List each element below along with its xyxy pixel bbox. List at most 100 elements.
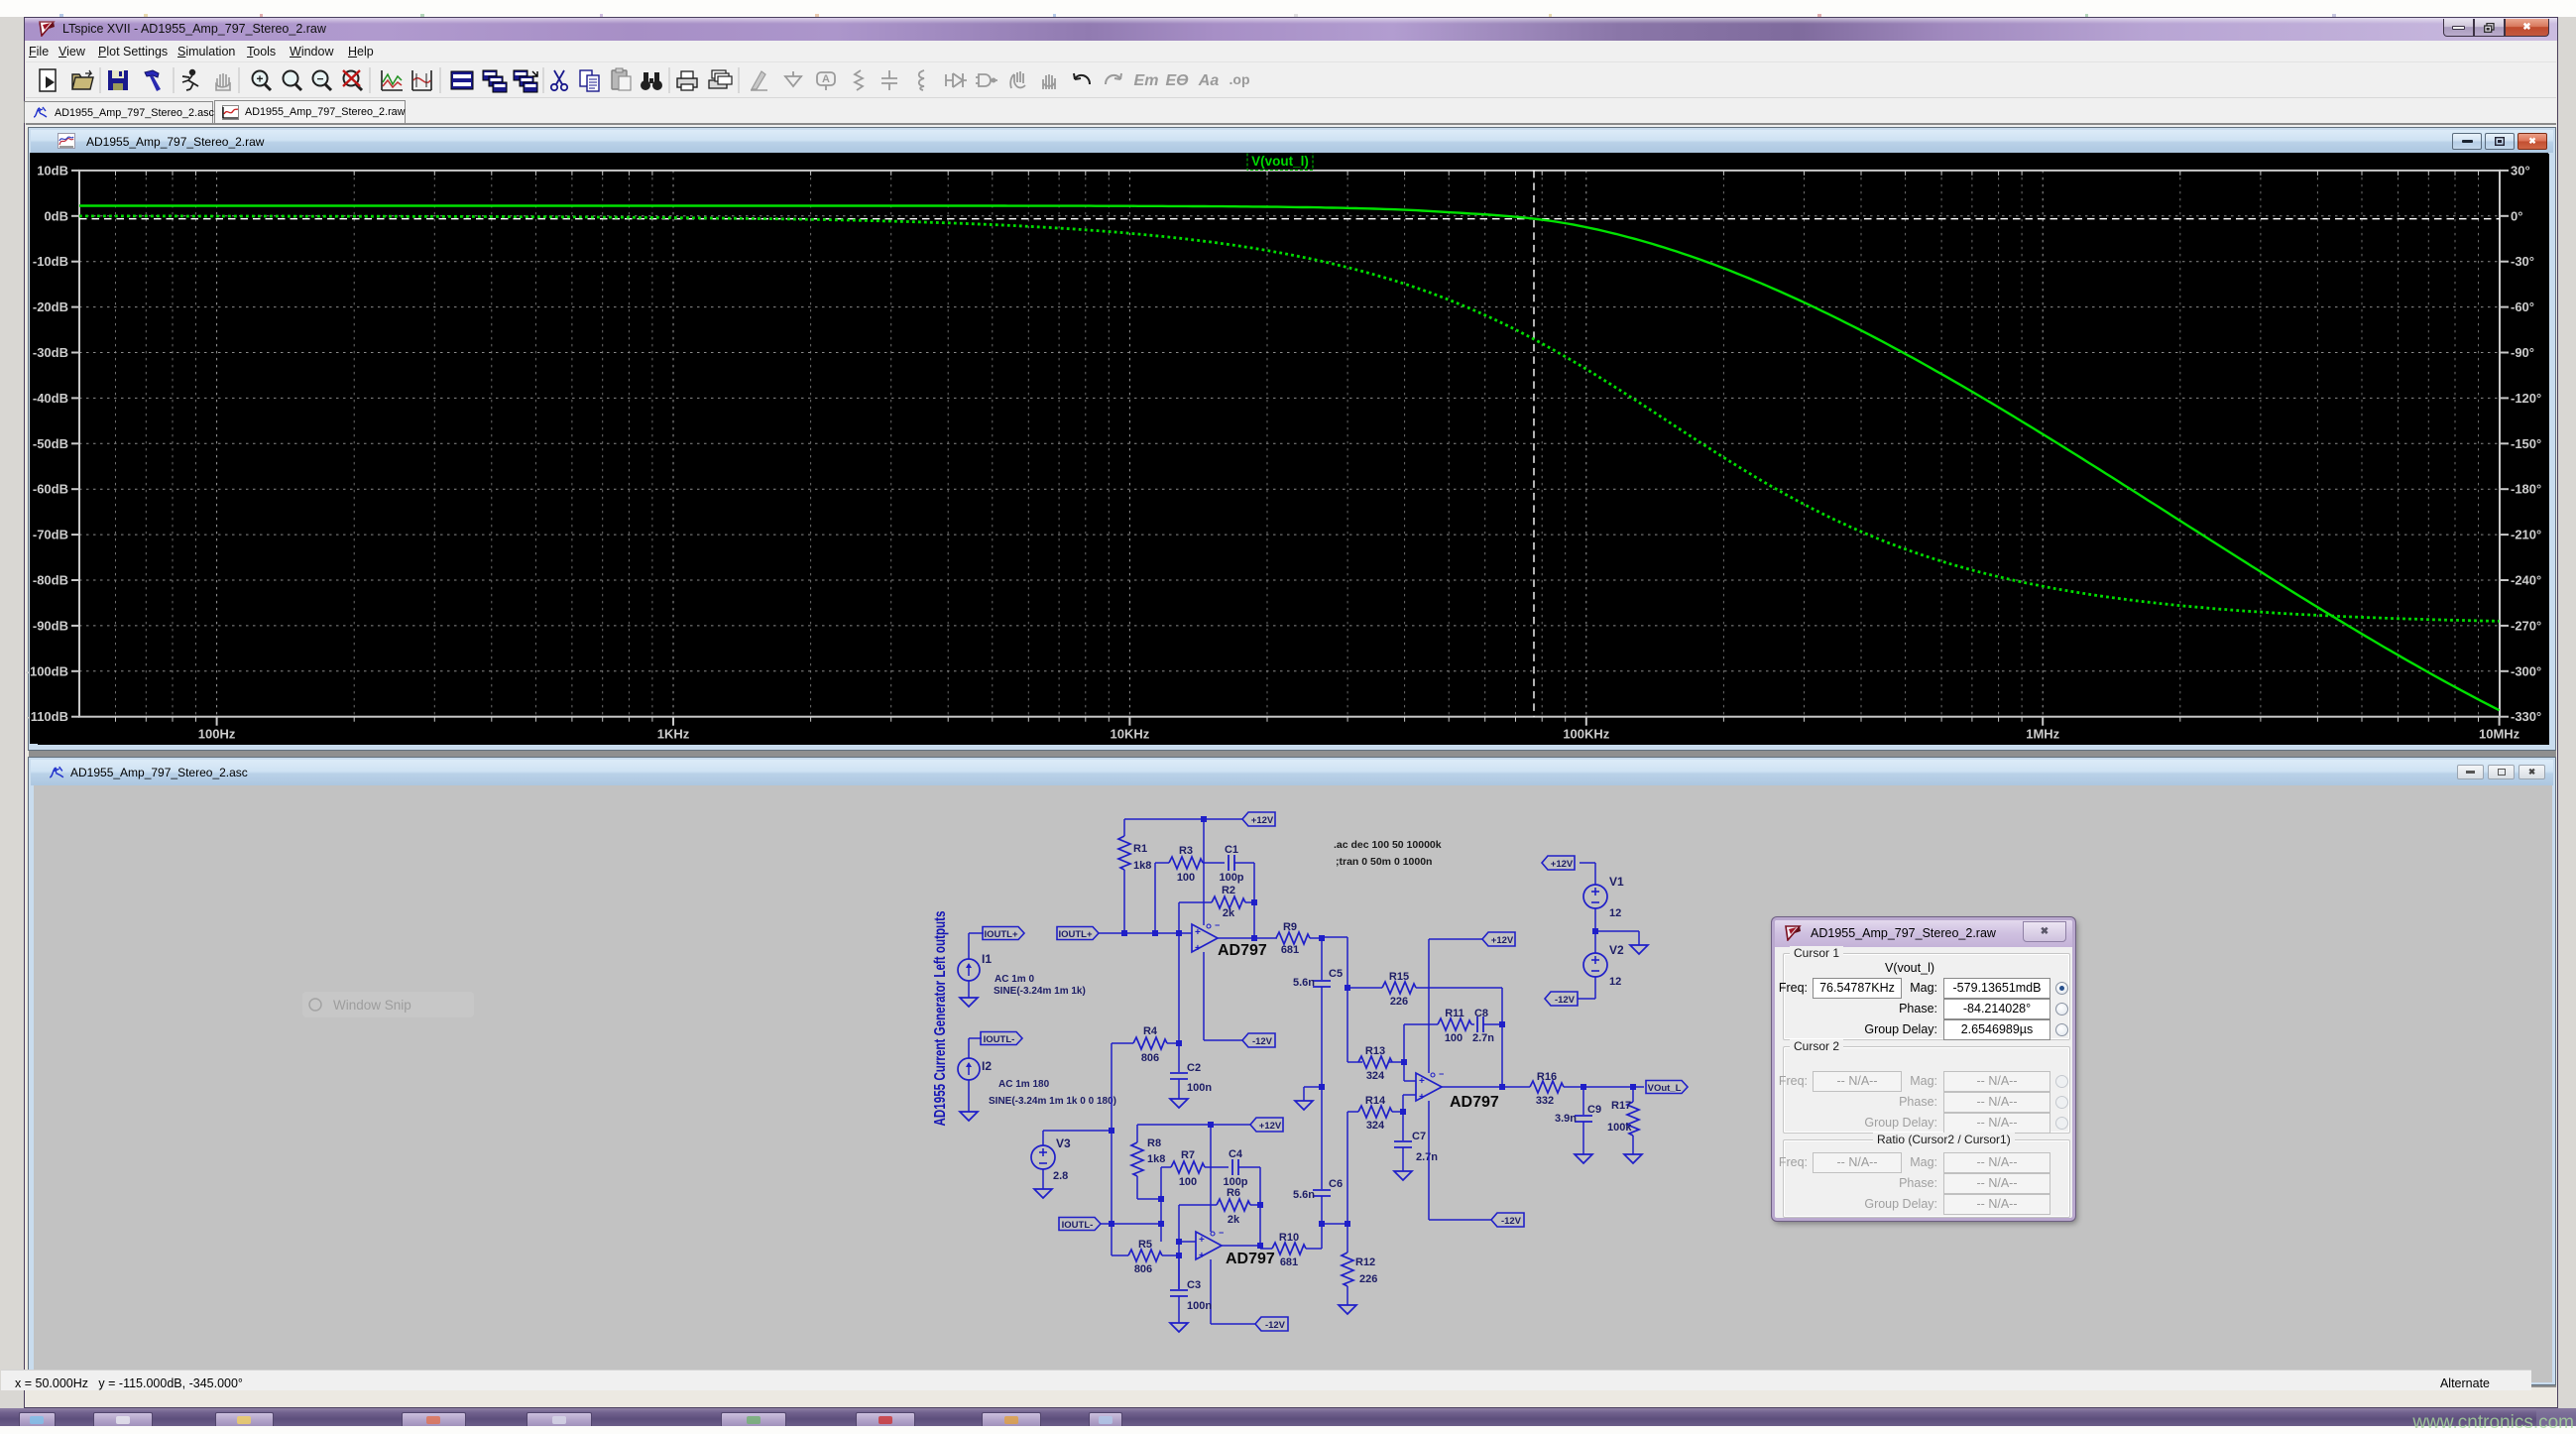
svg-text:-90°: -90°	[2511, 345, 2534, 360]
svg-text:V2: V2	[1609, 943, 1624, 957]
svg-text:R14: R14	[1365, 1095, 1386, 1107]
svg-text:V3: V3	[1056, 1136, 1071, 1150]
svg-text:2k: 2k	[1228, 1214, 1240, 1226]
svg-text:0dB: 0dB	[44, 208, 68, 223]
svg-text:2.8: 2.8	[1053, 1170, 1068, 1182]
svg-text:-12V: -12V	[1252, 1036, 1273, 1047]
svg-text:−: −	[1215, 920, 1220, 930]
svg-text:;tran 0 50m 0 1000n: ;tran 0 50m 0 1000n	[1336, 856, 1432, 868]
svg-text:R4: R4	[1143, 1025, 1158, 1037]
svg-text:VOut_L: VOut_L	[1648, 1083, 1682, 1094]
svg-text:R15: R15	[1389, 971, 1409, 983]
svg-text:−: −	[1219, 1228, 1224, 1238]
svg-text:-240°: -240°	[2511, 573, 2541, 588]
svg-text:SINE(-3.24m 1m 1k 0 0 180): SINE(-3.24m 1m 1k 0 0 180)	[989, 1096, 1116, 1107]
svg-text:-12V: -12V	[1501, 1216, 1522, 1227]
svg-text:Em: Em	[1134, 72, 1159, 89]
svg-text:-30dB: -30dB	[33, 345, 68, 360]
svg-text:I1: I1	[982, 952, 992, 966]
svg-text:+12V: +12V	[1491, 935, 1514, 946]
svg-text:12: 12	[1609, 976, 1621, 988]
svg-text:+: +	[1419, 1092, 1425, 1103]
svg-text:-100dB: -100dB	[26, 663, 68, 678]
svg-text:I2: I2	[982, 1059, 992, 1073]
svg-text:C4: C4	[1229, 1148, 1243, 1160]
svg-text:12: 12	[1609, 907, 1621, 919]
svg-text:+: +	[256, 72, 263, 86]
svg-text:100: 100	[1445, 1032, 1463, 1044]
svg-text:0°: 0°	[2511, 208, 2522, 223]
svg-text:+12V: +12V	[1551, 859, 1574, 870]
svg-text:C7: C7	[1412, 1131, 1426, 1142]
svg-text:806: 806	[1141, 1052, 1159, 1064]
svg-text:AC 1m 180: AC 1m 180	[998, 1079, 1050, 1090]
svg-text:-60dB: -60dB	[33, 482, 68, 497]
svg-text:100: 100	[1179, 1176, 1197, 1188]
svg-text:R9: R9	[1283, 921, 1297, 933]
svg-text:30°: 30°	[2511, 163, 2530, 178]
svg-text:3.9n: 3.9n	[1555, 1113, 1577, 1125]
svg-text:100Hz: 100Hz	[198, 727, 236, 742]
svg-text:324: 324	[1366, 1120, 1385, 1132]
svg-text:Window Snip: Window Snip	[333, 998, 411, 1013]
svg-text:-120°: -120°	[2511, 391, 2541, 406]
svg-text:226: 226	[1359, 1273, 1377, 1285]
svg-text:2k: 2k	[1223, 907, 1235, 919]
svg-text:1k8: 1k8	[1133, 860, 1151, 872]
svg-text:R2: R2	[1222, 885, 1235, 896]
svg-text:R17: R17	[1611, 1100, 1631, 1112]
svg-text:-20dB: -20dB	[33, 299, 68, 314]
svg-text:-210°: -210°	[2511, 528, 2541, 542]
svg-text:+: +	[1419, 1076, 1425, 1087]
svg-text:100n: 100n	[1187, 1300, 1212, 1312]
svg-text:−: −	[1439, 1069, 1444, 1079]
svg-text:R8: R8	[1147, 1137, 1161, 1149]
svg-text:+: +	[1199, 1235, 1205, 1246]
svg-text:1MHz: 1MHz	[2026, 727, 2059, 742]
svg-text:C5: C5	[1329, 968, 1343, 980]
svg-text:1k8: 1k8	[1147, 1153, 1165, 1165]
svg-text:−: −	[316, 72, 323, 86]
svg-text:IOUTL-: IOUTL-	[984, 1034, 1015, 1045]
svg-text:-12V: -12V	[1265, 1320, 1286, 1331]
svg-text:V1: V1	[1609, 875, 1624, 889]
svg-text:Eϴ: Eϴ	[1165, 72, 1189, 89]
svg-text:-90dB: -90dB	[33, 618, 68, 633]
svg-text:C3: C3	[1187, 1279, 1201, 1291]
svg-text:R10: R10	[1279, 1232, 1299, 1244]
svg-text:C9: C9	[1587, 1104, 1601, 1116]
svg-text:+: +	[1195, 943, 1201, 954]
svg-text:AD797: AD797	[1226, 1251, 1275, 1267]
svg-text:-300°: -300°	[2511, 663, 2541, 678]
svg-text:324: 324	[1366, 1070, 1385, 1082]
svg-text:-30°: -30°	[2511, 254, 2534, 269]
svg-text:R16: R16	[1537, 1071, 1557, 1083]
svg-text:AD797: AD797	[1450, 1094, 1499, 1111]
svg-text:AD1955 Current Generator Left: AD1955 Current Generator Left outputs	[932, 910, 949, 1126]
svg-text:IOUTL+: IOUTL+	[984, 929, 1017, 940]
svg-text:R6: R6	[1227, 1187, 1240, 1199]
svg-text:100n: 100n	[1187, 1082, 1212, 1094]
svg-text:.op: .op	[1229, 71, 1250, 87]
svg-text:-60°: -60°	[2511, 299, 2534, 314]
svg-text:226: 226	[1390, 996, 1408, 1008]
svg-text:-110dB: -110dB	[26, 709, 68, 724]
svg-text:-40dB: -40dB	[33, 391, 68, 406]
svg-text:1KHz: 1KHz	[657, 727, 690, 742]
svg-text:806: 806	[1134, 1263, 1152, 1275]
svg-text:-10dB: -10dB	[33, 254, 68, 269]
svg-text:C2: C2	[1187, 1062, 1201, 1074]
svg-text:C1: C1	[1225, 844, 1238, 856]
svg-text:-80dB: -80dB	[33, 573, 68, 588]
svg-text:100k: 100k	[1607, 1122, 1632, 1134]
svg-text:.ac dec 100 50 10000k: .ac dec 100 50 10000k	[1334, 839, 1442, 851]
svg-text:C6: C6	[1329, 1178, 1343, 1190]
svg-text:AD797: AD797	[1218, 942, 1267, 959]
svg-text:A: A	[822, 73, 830, 85]
svg-text:C8: C8	[1474, 1008, 1488, 1019]
svg-text:+: +	[1195, 927, 1201, 938]
svg-text:Aa: Aa	[1198, 72, 1220, 89]
svg-text:SINE(-3.24m 1m 1k): SINE(-3.24m 1m 1k)	[994, 986, 1086, 997]
svg-text:R5: R5	[1138, 1239, 1152, 1251]
svg-text:-270°: -270°	[2511, 618, 2541, 633]
